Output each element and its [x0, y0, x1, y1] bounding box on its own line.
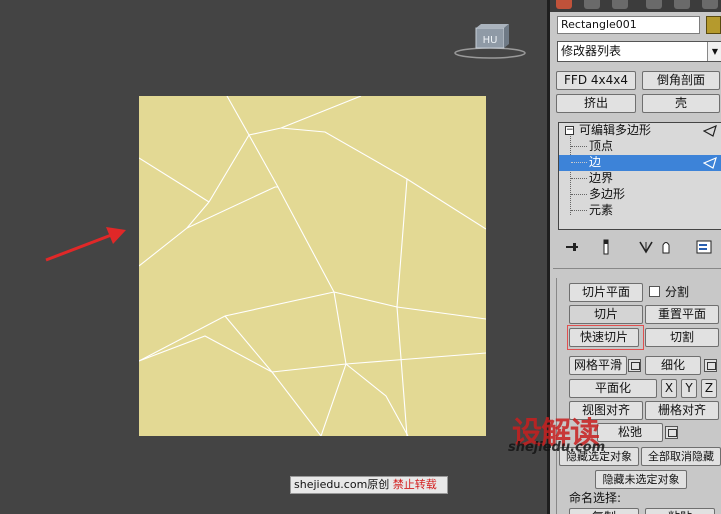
tree-branch [571, 146, 587, 147]
split-label: 分割 [665, 285, 690, 299]
chamfer-profile-button[interactable]: 倒角剖面 [642, 71, 720, 90]
watermark-url: shejiedu.com [508, 440, 606, 455]
split-checkbox[interactable] [649, 286, 660, 297]
stack-item-label: 顶点 [589, 139, 614, 153]
stack-item-polygon[interactable]: 多边形 [559, 187, 721, 203]
shell-button[interactable]: 壳 [642, 94, 720, 113]
panel-tab-bar [550, 0, 721, 12]
caption-site: shejiedu.com [294, 478, 368, 491]
modify-tab-icon[interactable] [584, 0, 600, 9]
show-end-result-icon[interactable] [598, 239, 614, 255]
quickslice-highlight [567, 325, 644, 350]
hide-unselected-button[interactable]: 隐藏未选定对象 [595, 470, 687, 489]
grid-align-button[interactable]: 栅格对齐 [645, 401, 719, 420]
planarize-button[interactable]: 平面化 [569, 379, 657, 398]
stack-item-label: 边 [589, 155, 602, 169]
extrude-button[interactable]: 挤出 [556, 94, 636, 113]
caption-no-reprint: 禁止转载 [392, 478, 437, 491]
reset-plane-button[interactable]: 重置平面 [645, 305, 719, 324]
subobject-triangle-icon [703, 157, 717, 169]
chevron-down-icon[interactable]: ▼ [707, 42, 721, 61]
remove-modifier-icon[interactable] [658, 239, 674, 255]
stack-toolbar [558, 237, 721, 257]
modifier-list-label: 修改器列表 [561, 44, 622, 58]
stack-root-label: 可编辑多边形 [579, 123, 652, 137]
planarize-z-button[interactable]: Z [701, 379, 717, 398]
stack-root-editable-poly[interactable]: − 可编辑多边形 [559, 123, 721, 139]
stack-item-element[interactable]: 元素 [559, 203, 721, 219]
stack-item-label: 多边形 [589, 187, 626, 201]
viewcube-label: HU [483, 35, 498, 46]
copy-button[interactable]: 复制 [569, 508, 639, 514]
stack-item-vertex[interactable]: 顶点 [559, 139, 721, 155]
paste-button[interactable]: 粘贴 [645, 508, 715, 514]
tree-branch [571, 178, 587, 179]
utilities-tab-icon[interactable] [702, 0, 718, 9]
slice-button[interactable]: 切片 [569, 305, 643, 324]
object-name-field[interactable]: Rectangle001 [557, 16, 700, 34]
cut-button[interactable]: 切割 [645, 328, 719, 347]
stack-item-edge[interactable]: 边 [559, 155, 721, 171]
stack-item-label: 元素 [589, 203, 614, 217]
caption-original: 原创 [367, 478, 390, 491]
stack-item-border[interactable]: 边界 [559, 171, 721, 187]
motion-tab-icon[interactable] [646, 0, 662, 9]
display-tab-icon[interactable] [674, 0, 690, 9]
collapse-icon[interactable]: − [565, 126, 574, 135]
configure-modifier-sets-icon[interactable] [696, 239, 712, 255]
edit-geometry-rollout: 切片平面 分割 切片 重置平面 快速切片 切割 网格平滑 细化 平面化 X Y … [556, 278, 721, 514]
meshsmooth-button[interactable]: 网格平滑 [569, 356, 627, 375]
create-tab-icon[interactable] [556, 0, 572, 9]
sliced-plane-mesh[interactable] [139, 96, 486, 436]
relax-settings-icon[interactable] [665, 426, 678, 439]
relax-button[interactable]: 松弛 [597, 423, 663, 442]
plane-face [139, 96, 486, 436]
tree-branch [571, 194, 587, 195]
meshsmooth-settings-icon[interactable] [628, 359, 641, 372]
slice-plane-button[interactable]: 切片平面 [569, 283, 643, 302]
object-color-swatch[interactable] [706, 16, 721, 34]
ffd-button[interactable]: FFD 4x4x4 [556, 71, 636, 90]
subobject-triangle-icon [703, 125, 717, 137]
tessellate-button[interactable]: 细化 [645, 356, 701, 375]
modifier-list-dropdown[interactable]: 修改器列表 ▼ [557, 41, 721, 62]
tree-branch [571, 210, 587, 211]
unhide-all-button[interactable]: 全部取消隐藏 [641, 447, 721, 466]
rollout-divider [553, 268, 721, 272]
modifier-stack[interactable]: − 可编辑多边形 顶点 边 边界 多边形 元素 [558, 122, 721, 230]
hierarchy-tab-icon[interactable] [612, 0, 628, 9]
planarize-y-button[interactable]: Y [681, 379, 697, 398]
viewcube[interactable]: HU [454, 22, 526, 62]
pin-stack-icon[interactable] [564, 239, 580, 255]
perspective-viewport[interactable]: HU [0, 0, 547, 514]
red-arrow-annotation [45, 227, 126, 262]
planarize-x-button[interactable]: X [661, 379, 677, 398]
named-selection-label: 命名选择: [569, 491, 622, 505]
tessellate-settings-icon[interactable] [704, 359, 717, 372]
stack-item-label: 边界 [589, 171, 614, 185]
image-caption: shejiedu.com原创 禁止转载 [290, 476, 448, 494]
tree-branch [571, 162, 587, 163]
make-unique-icon[interactable] [638, 239, 654, 255]
